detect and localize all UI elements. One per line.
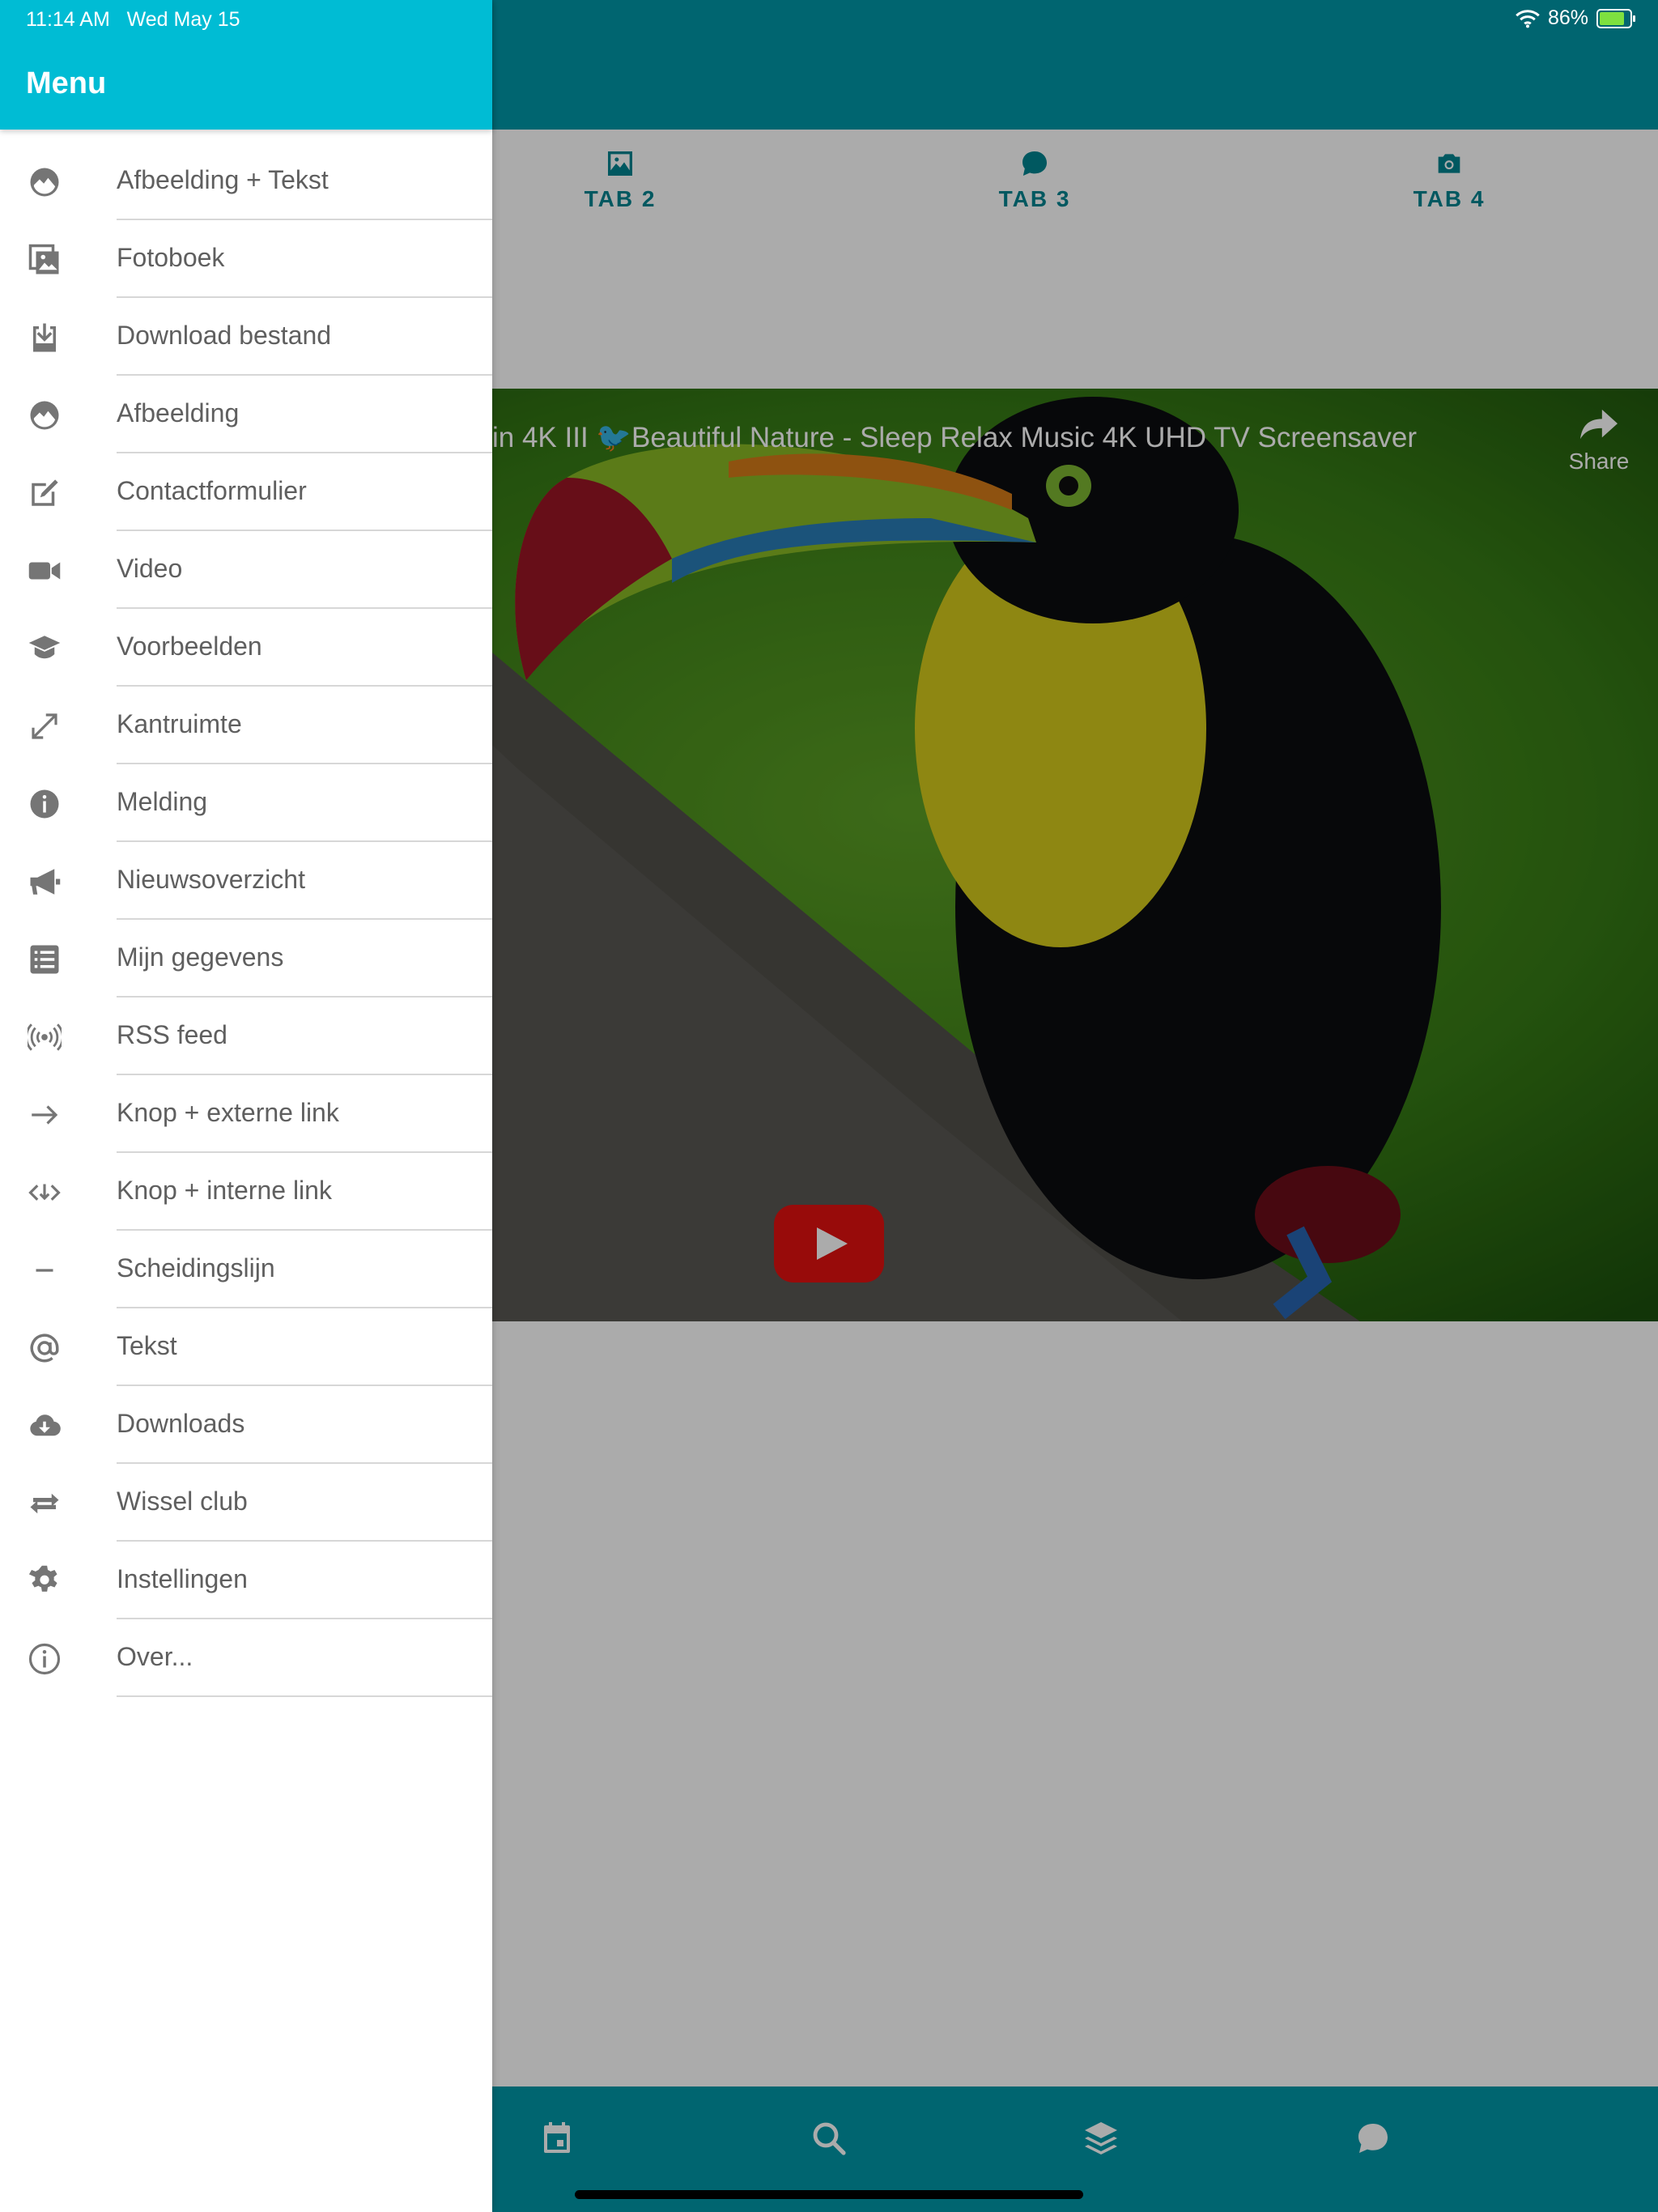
menu-item-label: Afbeelding	[117, 398, 240, 428]
menu-item-label: Wissel club	[117, 1487, 248, 1516]
menu-item-label: Video	[117, 554, 183, 583]
menu-item-mijn-gegevens[interactable]: Mijn gegevens	[0, 920, 492, 998]
menu-item-tekst[interactable]: Tekst	[0, 1308, 492, 1386]
list-icon	[30, 945, 59, 974]
expand-arrows-icon	[32, 713, 57, 739]
menu-item-kantruimte[interactable]: Kantruimte	[0, 687, 492, 764]
battery-percent: 86%	[1547, 6, 1588, 29]
megaphone-icon	[30, 869, 61, 895]
navigation-drawer: Menu Afbeelding + Tekst Fotoboek Downloa…	[0, 0, 492, 2212]
menu-item-instellingen[interactable]: Instellingen	[0, 1542, 492, 1619]
menu-item-label: Knop + interne link	[117, 1176, 332, 1205]
menu-item-video[interactable]: Video	[0, 531, 492, 609]
menu-item-label: Melding	[117, 787, 208, 816]
arrow-right-icon	[32, 1105, 58, 1125]
download-file-icon	[33, 323, 56, 352]
menu-item-label: RSS feed	[117, 1020, 227, 1049]
status-right: 86%	[1516, 6, 1635, 30]
menu-item-label: Contactformulier	[117, 476, 307, 505]
battery-icon	[1596, 8, 1635, 28]
menu-item-downloads[interactable]: Downloads	[0, 1386, 492, 1464]
gear-icon	[28, 1565, 57, 1592]
menu-item-knop-externe-link[interactable]: Knop + externe link	[0, 1075, 492, 1153]
menu-item-label: Download bestand	[117, 321, 332, 350]
menu-item-fotoboek[interactable]: Fotoboek	[0, 220, 492, 298]
code-arrows-icon	[28, 1184, 61, 1201]
menu-item-label: Instellingen	[117, 1564, 248, 1593]
menu-item-scheidingslijn[interactable]: Scheidingslijn	[0, 1231, 492, 1308]
image-icon	[30, 168, 59, 197]
menu-item-label: Fotoboek	[117, 243, 225, 272]
menu-item-nieuwsoverzicht[interactable]: Nieuwsoverzicht	[0, 842, 492, 920]
at-sign-icon	[30, 1334, 59, 1363]
menu-item-label: Voorbeelden	[117, 632, 262, 661]
wifi-icon	[1516, 9, 1540, 28]
info-outline-icon	[28, 1643, 61, 1675]
graduation-cap-icon	[28, 636, 61, 659]
video-camera-icon	[28, 562, 61, 580]
menu-item-knop-interne-link[interactable]: Knop + interne link	[0, 1153, 492, 1231]
menu-item-melding[interactable]: Melding	[0, 764, 492, 842]
status-time: 11:14 AM Wed May 15	[26, 8, 240, 31]
status-bar: 11:14 AM Wed May 15 86%	[0, 0, 1658, 39]
drawer-title: Menu	[26, 66, 107, 100]
image-icon	[30, 401, 59, 430]
swap-arrows-icon	[30, 1493, 59, 1514]
menu-item-download-bestand[interactable]: Download bestand	[0, 298, 492, 376]
minus-icon	[36, 1269, 53, 1272]
menu-item-afbeelding-tekst[interactable]: Afbeelding + Tekst	[0, 143, 492, 220]
menu-item-label: Over...	[117, 1642, 193, 1671]
menu-item-afbeelding[interactable]: Afbeelding	[0, 376, 492, 453]
menu-item-contactformulier[interactable]: Contactformulier	[0, 453, 492, 531]
menu-item-label: Nieuwsoverzicht	[117, 865, 305, 894]
menu-item-label: Afbeelding + Tekst	[117, 165, 329, 194]
broadcast-icon	[28, 1023, 62, 1051]
menu-item-over[interactable]: Over...	[0, 1619, 492, 1697]
menu-item-label: Kantruimte	[117, 709, 242, 738]
divider	[117, 1695, 492, 1697]
menu-item-label: Tekst	[117, 1331, 177, 1360]
photo-album-icon	[28, 244, 59, 274]
drawer-menu: Afbeelding + Tekst Fotoboek Download bes…	[0, 143, 492, 1697]
info-circle-icon	[30, 789, 59, 819]
menu-item-voorbeelden[interactable]: Voorbeelden	[0, 609, 492, 687]
menu-item-label: Knop + externe link	[117, 1098, 339, 1127]
menu-item-label: Downloads	[117, 1409, 245, 1438]
edit-form-icon	[32, 479, 58, 506]
menu-item-wissel-club[interactable]: Wissel club	[0, 1464, 492, 1542]
cloud-download-icon	[30, 1414, 61, 1436]
menu-item-label: Mijn gegevens	[117, 942, 284, 972]
menu-item-label: Scheidingslijn	[117, 1253, 275, 1283]
menu-item-rss-feed[interactable]: RSS feed	[0, 998, 492, 1075]
